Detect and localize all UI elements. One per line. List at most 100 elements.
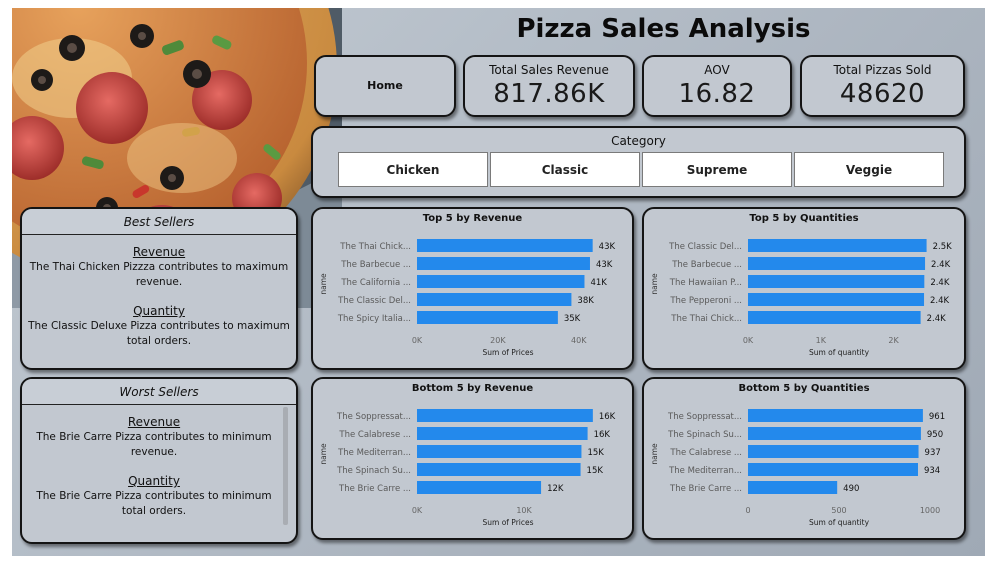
chart-top-5-by-quantities: Top 5 by Quantities The Classic Del... 2.… [642,207,966,370]
home-button-label: Home [367,79,403,92]
category-label: The Soppressat... [336,412,411,422]
category-label: The Calabrese ... [669,448,742,458]
data-label: 2.4K [931,260,951,270]
worst-sellers-revenue-text: The Brie Carre Pizza contributes to mini… [36,431,272,458]
category-option-supreme[interactable]: Supreme [642,152,792,187]
x-tick-label: 0K [412,336,423,345]
category-option-chicken[interactable]: Chicken [338,152,488,187]
kpi-value: 16.82 [678,79,756,109]
category-option-classic[interactable]: Classic [490,152,640,187]
y-axis-title: name [650,273,659,295]
category-label: The Pepperoni ... [669,296,742,306]
bar [417,275,585,288]
bar [748,445,919,458]
bar [748,257,926,270]
bar [417,311,558,324]
bar [417,445,582,458]
category-label: The Classic Del... [337,296,411,306]
bar [417,239,593,252]
chart-plot: The Thai Chick... 43K The Barbecue ... 43K T… [319,239,615,357]
data-label: 15K [587,466,604,476]
x-tick-label: 40K [571,336,587,345]
kpi-total-sales-revenue: Total Sales Revenue 817.86K [463,55,635,117]
x-tick-label: 0K [743,336,754,345]
worst-sellers-revenue-heading: Revenue [127,415,181,429]
category-label: The Mediterran... [668,466,742,476]
bar [748,409,923,422]
category-label: The Mediterran... [337,448,411,458]
best-sellers-revenue-heading: Revenue [132,245,186,259]
chart-bottom-5-by-quantities: Bottom 5 by Quantities The Soppressat...… [642,377,966,540]
data-label: 16K [594,430,611,440]
kpi-total-pizzas-sold: Total Pizzas Sold 48620 [800,55,965,117]
data-label: 490 [843,484,859,494]
x-tick-label: 500 [831,506,846,515]
kpi-value: 817.86K [493,79,605,109]
category-label: The Barbecue ... [340,260,411,270]
worst-sellers-scrollbar[interactable] [283,407,288,525]
kpi-aov: AOV 16.82 [642,55,792,117]
category-label: The Calabrese ... [338,430,411,440]
y-axis-title: name [319,273,328,295]
data-label: 12K [547,484,564,494]
category-label: The Thai Chick... [339,242,411,252]
kpi-label: Total Sales Revenue [489,63,609,77]
x-tick-label: 0 [745,506,750,515]
bar [748,463,918,476]
bar [417,481,542,494]
kpi-label: Total Pizzas Sold [833,63,932,77]
best-sellers-quantity-text: The Classic Deluxe Pizza contributes to … [28,320,290,347]
x-tick-label: 0K [412,506,423,515]
category-label: The Spinach Su... [336,466,411,476]
home-button[interactable]: Home [314,55,456,117]
best-sellers-revenue-text: The Thai Chicken Pizzza contributes to m… [29,261,289,288]
worst-sellers-quantity-text: The Brie Carre Pizza contributes to mini… [36,490,272,517]
category-option-veggie[interactable]: Veggie [794,152,944,187]
chart-plot: The Soppressat... 16K The Calabrese ... 16K… [319,409,616,527]
x-tick-label: 1000 [920,506,940,515]
category-slicer: Category Chicken Classic Supreme Veggie [311,126,966,198]
x-tick-label: 20K [490,336,506,345]
dashboard-canvas: Pizza Sales Analysis Home Total Sales Re… [12,8,985,556]
data-label: 2.4K [930,278,950,288]
worst-sellers-body: Revenue The Brie Carre Pizza contributes… [28,415,280,533]
x-tick-label: 2K [888,336,899,345]
category-label: The Spinach Su... [667,430,742,440]
data-label: 15K [587,448,604,458]
category-label: The Spicy Italia... [337,314,411,324]
x-tick-label: 1K [816,336,827,345]
x-axis-title: Sum of quantity [809,348,870,357]
data-label: 2.4K [930,296,950,306]
bar [417,427,588,440]
x-tick-label: 10K [516,506,532,515]
data-label: 961 [929,412,945,422]
bar [417,463,581,476]
best-sellers-quantity-heading: Quantity [133,304,185,318]
bar [748,293,925,306]
worst-sellers-title: Worst Sellers [22,379,296,405]
x-axis-title: Sum of quantity [809,518,870,527]
bar [748,239,927,252]
bar [417,293,572,306]
chart-bottom-5-by-revenue: Bottom 5 by Revenue The Soppressat... 16K… [311,377,634,540]
category-label: The Barbecue ... [671,260,742,270]
bar [748,275,925,288]
data-label: 950 [927,430,943,440]
page-title: Pizza Sales Analysis [516,14,811,44]
data-label: 43K [596,260,613,270]
chart-plot: The Classic Del... 2.5K The Barbecue ... 2.… [650,239,952,357]
best-sellers-title: Best Sellers [22,209,296,235]
data-label: 2.4K [927,314,947,324]
data-label: 937 [925,448,941,458]
kpi-label: AOV [704,63,730,77]
category-label: The Soppressat... [667,412,742,422]
chart-plot: The Soppressat... 961 The Spinach Su... 950… [650,409,945,527]
category-label: The Classic Del... [668,242,742,252]
bar [748,311,921,324]
category-label: The California ... [340,278,411,288]
worst-sellers-quantity-heading: Quantity [128,474,180,488]
best-sellers-panel: Best Sellers Revenue The Thai Chicken Pi… [20,207,298,370]
chart-top-5-by-revenue: Top 5 by Revenue The Thai Chick... 43K The… [311,207,634,370]
kpi-value: 48620 [839,79,926,109]
y-axis-title: name [650,443,659,465]
